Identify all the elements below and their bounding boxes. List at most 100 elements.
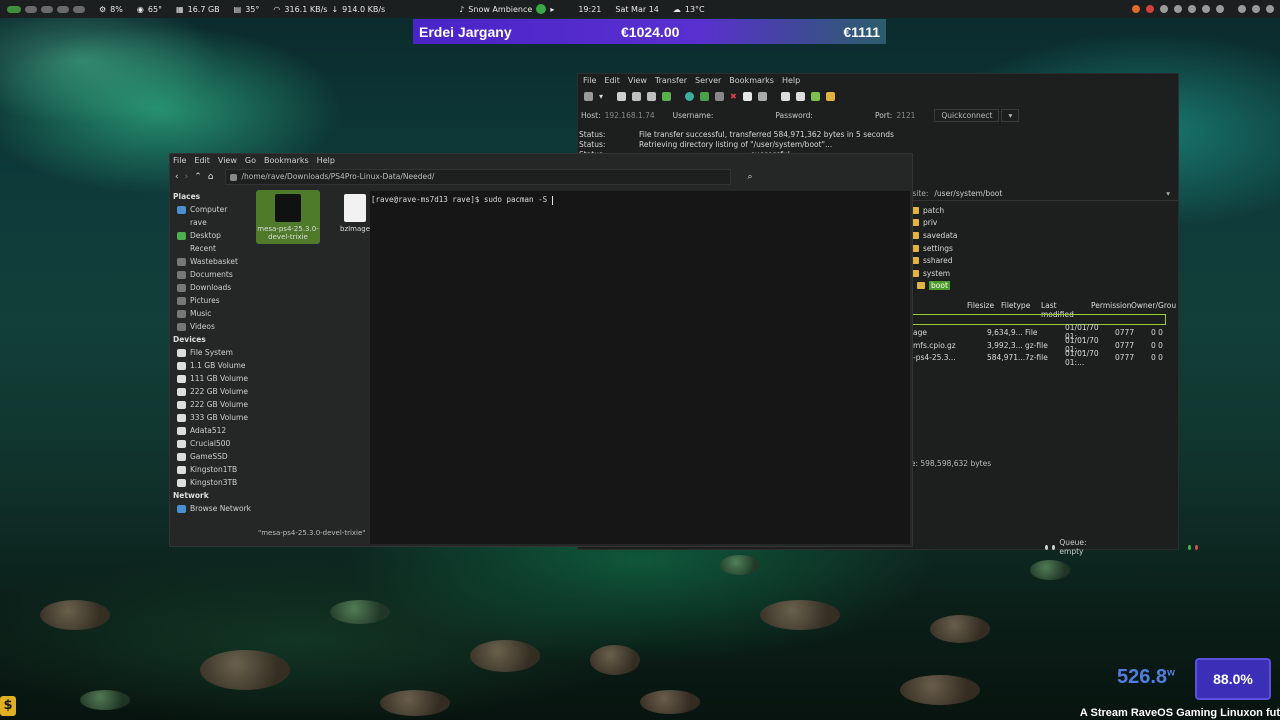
- menu-edit[interactable]: Edit: [604, 76, 620, 85]
- sidebar-item-device[interactable]: 222 GB Volume: [170, 398, 262, 411]
- tree-item[interactable]: priv: [911, 217, 957, 230]
- sidebar-item-music[interactable]: Music: [170, 307, 262, 320]
- menu-transfer[interactable]: Transfer: [655, 76, 687, 85]
- sidebar-item-device[interactable]: GameSSD: [170, 450, 262, 463]
- message-log-icon[interactable]: [617, 91, 627, 101]
- tray-chat-icon[interactable]: [1188, 5, 1196, 13]
- workspace-3[interactable]: [41, 5, 53, 13]
- search-icon[interactable]: ⌕: [747, 172, 752, 182]
- back-icon[interactable]: ‹: [175, 172, 179, 182]
- sidebar-item-documents[interactable]: Documents: [170, 268, 262, 281]
- play-icon[interactable]: [536, 4, 547, 14]
- chevron-down-icon[interactable]: ▾: [1166, 189, 1170, 198]
- sidebar-item-device[interactable]: 111 GB Volume: [170, 372, 262, 385]
- sidebar-item-device[interactable]: 333 GB Volume: [170, 411, 262, 424]
- menu-edit[interactable]: Edit: [194, 156, 210, 165]
- menu-view[interactable]: View: [218, 156, 237, 165]
- home-icon[interactable]: ⌂: [208, 172, 214, 182]
- col-owner[interactable]: Owner/Group: [1131, 301, 1176, 313]
- location-bar[interactable]: /home/rave/Downloads/PS4Pro-Linux-Data/N…: [225, 169, 732, 185]
- menu-help[interactable]: Help: [317, 156, 335, 165]
- menu-help[interactable]: Help: [782, 76, 800, 85]
- reconnect-icon[interactable]: [742, 91, 752, 101]
- sidebar-item-wastebasket[interactable]: Wastebasket: [170, 255, 262, 268]
- tray-clipboard-icon[interactable]: [1216, 5, 1224, 13]
- tree-item-selected[interactable]: boot: [911, 280, 957, 293]
- compare-icon[interactable]: [795, 91, 805, 101]
- file-item-selected[interactable]: mesa-ps4-25.3.0-devel-trixie: [256, 190, 320, 244]
- date[interactable]: Sat Mar 14: [615, 5, 658, 14]
- tray-record-icon[interactable]: [1146, 5, 1154, 13]
- sidebar-item-recent[interactable]: Recent: [170, 242, 262, 255]
- workspace-1[interactable]: [7, 5, 21, 13]
- forward-icon[interactable]: ›: [185, 172, 189, 182]
- sidebar-item-videos[interactable]: Videos: [170, 320, 262, 333]
- clock[interactable]: 19:21: [578, 5, 601, 14]
- table-row[interactable]: -ps4-25.3... 584,971... 7z-file 01/01/70…: [881, 349, 1178, 367]
- table-row[interactable]: mfs.cpio.gz 3,992,3... gz-file 01/01/70 …: [881, 336, 1178, 354]
- workspace-4[interactable]: [57, 5, 69, 13]
- parent-dir-row[interactable]: [881, 314, 1166, 325]
- cancel-operation-icon[interactable]: [715, 91, 725, 101]
- disconnect-icon[interactable]: ✖: [730, 92, 737, 101]
- site-manager-icon[interactable]: [584, 91, 593, 101]
- tray-power-icon[interactable]: [1266, 5, 1274, 13]
- sidebar-item-downloads[interactable]: Downloads: [170, 281, 262, 294]
- sidebar-item-device[interactable]: 222 GB Volume: [170, 385, 262, 398]
- transfer-queue-icon[interactable]: [662, 91, 672, 101]
- dropdown-icon[interactable]: ▾: [599, 92, 603, 101]
- tray-bluetooth-icon[interactable]: [1202, 5, 1210, 13]
- remote-path-input[interactable]: /user/system/boot: [934, 189, 1002, 198]
- workspace-indicator[interactable]: [0, 0, 92, 18]
- tray-steam-icon[interactable]: [1160, 5, 1168, 13]
- remote-tree-icon[interactable]: [647, 91, 657, 101]
- refresh-icon[interactable]: [685, 91, 695, 101]
- menu-go[interactable]: Go: [245, 156, 256, 165]
- sidebar-item-device[interactable]: File System: [170, 346, 262, 359]
- tray-app-icon[interactable]: [1132, 5, 1140, 13]
- password-input[interactable]: [817, 109, 867, 122]
- menu-view[interactable]: View: [628, 76, 647, 85]
- binoculars-icon[interactable]: [825, 91, 835, 101]
- quickconnect-dropdown[interactable]: ▾: [1001, 108, 1020, 122]
- workspace-5[interactable]: [73, 5, 85, 13]
- local-tree-icon[interactable]: [632, 91, 642, 101]
- col-filesize[interactable]: Filesize: [967, 301, 1001, 313]
- tray-network-icon[interactable]: [1174, 5, 1182, 13]
- directory-filter-icon[interactable]: [757, 91, 767, 101]
- menu-server[interactable]: Server: [695, 76, 721, 85]
- sidebar-item-desktop[interactable]: Desktop: [170, 229, 262, 242]
- tree-item[interactable]: settings: [911, 242, 957, 255]
- tray-notification-icon[interactable]: [1252, 5, 1260, 13]
- tray-volume-icon[interactable]: [1238, 5, 1246, 13]
- col-filetype[interactable]: Filetype: [1001, 301, 1041, 313]
- tree-item[interactable]: patch: [911, 204, 957, 217]
- sidebar-item-rave[interactable]: rave: [170, 216, 262, 229]
- host-input[interactable]: 192.168.1.74: [605, 109, 665, 122]
- process-queue-icon[interactable]: [700, 91, 710, 101]
- username-input[interactable]: [717, 109, 767, 122]
- weather[interactable]: 13°C: [685, 5, 705, 14]
- col-permission[interactable]: Permission: [1091, 301, 1131, 313]
- workspace-2[interactable]: [25, 5, 37, 13]
- sidebar-item-pictures[interactable]: Pictures: [170, 294, 262, 307]
- menu-file[interactable]: File: [583, 76, 596, 85]
- search-files-icon[interactable]: [810, 91, 820, 101]
- table-row[interactable]: age 9,634,9... File 01/01/70 01:... 0777…: [881, 323, 1178, 341]
- quickconnect-button[interactable]: Quickconnect: [934, 108, 1000, 122]
- tree-item[interactable]: savedata: [911, 229, 957, 242]
- menu-bookmarks[interactable]: Bookmarks: [729, 76, 774, 85]
- menu-bookmarks[interactable]: Bookmarks: [264, 156, 309, 165]
- sidebar-item-browse-network[interactable]: Browse Network: [170, 502, 262, 515]
- sidebar-item-device[interactable]: Kingston1TB: [170, 463, 262, 476]
- sidebar-item-computer[interactable]: Computer: [170, 203, 262, 216]
- music-title[interactable]: Snow Ambience: [468, 5, 532, 14]
- sidebar-item-device[interactable]: Crucial500: [170, 437, 262, 450]
- col-modified[interactable]: Last modified: [1041, 301, 1091, 319]
- sidebar-item-device[interactable]: Adata512: [170, 424, 262, 437]
- menu-file[interactable]: File: [173, 156, 186, 165]
- sidebar-item-device[interactable]: Kingston3TB: [170, 476, 262, 489]
- sync-browse-icon[interactable]: [780, 91, 790, 101]
- terminal-window[interactable]: [rave@rave-ms7d13 rave]$ sudo pacman -S: [370, 191, 910, 544]
- up-icon[interactable]: ⌃: [194, 172, 202, 182]
